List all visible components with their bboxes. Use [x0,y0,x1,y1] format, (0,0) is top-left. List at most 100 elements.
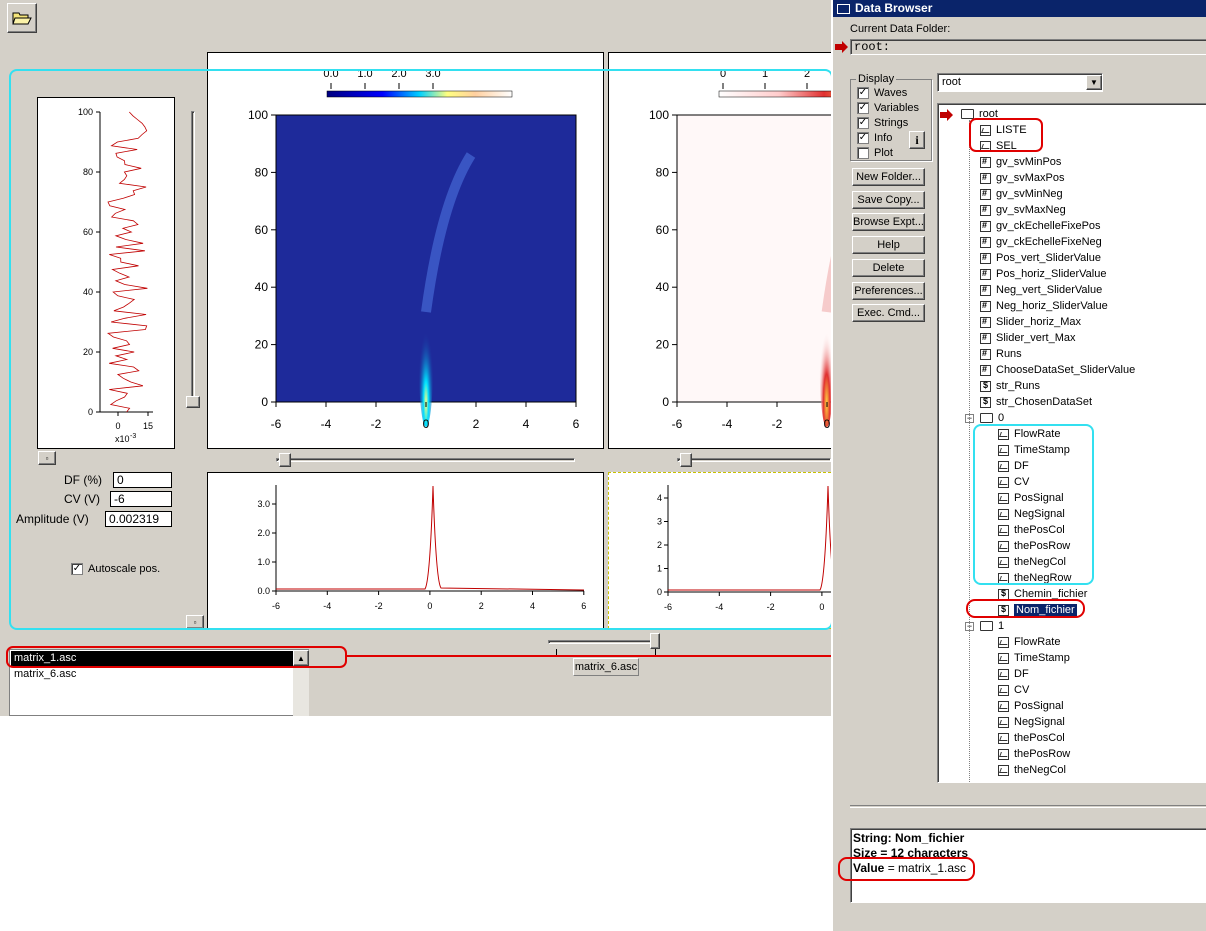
tree-item[interactable]: Pos_horiz_SliderValue [980,266,1106,282]
tree-item-label: str_ChosenDataSet [996,396,1092,408]
variable-icon [980,252,991,264]
tree-item[interactable]: Neg_vert_SliderValue [980,282,1102,298]
tree-item-label: Runs [996,348,1022,360]
tree-item[interactable]: FlowRate [998,634,1060,650]
current-folder-label: Current Data Folder: [850,23,951,35]
tree-item-label: gv_ckEchelleFixePos [996,220,1101,232]
tree-item[interactable]: TimeStamp [998,650,1070,666]
display-checkbox[interactable]: ✓ [857,102,869,114]
string-icon [998,588,1009,600]
tree-item[interactable]: str_Runs [980,378,1040,394]
browse-expt-button[interactable]: Browse Expt... [852,213,925,232]
tree-item[interactable]: DF [998,666,1029,682]
wave-icon [998,652,1009,664]
display-checkbox[interactable]: ✓ [857,117,869,129]
display-option-waves[interactable]: ✓ Waves [857,87,907,99]
tree-item[interactable]: PosSignal [998,698,1064,714]
display-option-label: Strings [874,117,909,129]
tree-item[interactable]: NegSignal [998,714,1065,730]
open-folder-button[interactable] [7,3,37,33]
wave-icon [998,764,1009,776]
variable-icon [980,236,991,248]
tree-item[interactable]: gv_svMinNeg [980,186,1063,202]
list-item[interactable]: matrix_6.asc [11,667,293,682]
variable-icon [980,300,991,312]
help-button[interactable]: Help [852,236,925,255]
folder-0-waves-highlight [973,424,1094,585]
display-option-strings[interactable]: ✓ Strings [857,117,908,129]
display-checkbox[interactable]: ✓ [857,87,869,99]
tree-item[interactable]: theNegCol [998,762,1066,778]
display-checkbox[interactable]: ✓ [857,132,869,144]
tree-item-label: DF [1014,668,1029,680]
exec-cmd-button[interactable]: Exec. Cmd... [852,304,925,323]
tree-item-label: ChooseDataSet_SliderValue [996,364,1136,376]
tree-item[interactable]: CV [998,682,1029,698]
tree-item-label: str_Runs [996,380,1041,392]
browser-title: Data Browser [855,1,933,15]
tree-item[interactable]: ChooseDataSet_SliderValue [980,362,1135,378]
tree-item-label: FlowRate [1014,636,1061,648]
display-option-label: Info [874,132,893,144]
tree-item[interactable]: 1 [980,618,1004,634]
tree-item[interactable]: thePosRow [998,746,1070,762]
tree-item[interactable]: thePosCol [998,730,1065,746]
variable-icon [980,188,991,200]
tree-item-label: gv_svMinNeg [996,188,1063,200]
folder-select-dropdown-button[interactable]: ▼ [1086,75,1102,90]
tree-item[interactable]: gv_ckEchelleFixeNeg [980,234,1102,250]
tree-item-label: TimeStamp [1014,652,1070,664]
display-option-variables[interactable]: ✓ Variables [857,102,919,114]
preferences-button[interactable]: Preferences... [852,281,925,300]
folder-select[interactable]: root ▼ [937,73,1103,92]
variable-icon [980,172,991,184]
tree-item-label: gv_svMaxNeg [996,204,1066,216]
variable-icon [980,364,991,376]
save-copy-button[interactable]: Save Copy... [852,190,925,209]
tree-item[interactable]: Neg_horiz_SliderValue [980,298,1108,314]
delete-button[interactable]: Delete [852,258,925,277]
wave-icon [998,668,1009,680]
tree-item-label: Slider_vert_Max [996,332,1076,344]
tree-item[interactable]: Slider_vert_Max [980,330,1075,346]
wave-icon [998,748,1009,760]
tree-item-label: 0 [998,412,1005,424]
tree-item-label: 1 [998,620,1005,632]
tree-item-label: gv_svMinPos [996,156,1062,168]
tree-item-label: theNegCol [1014,764,1066,776]
variable-icon [980,348,991,360]
string-icon [980,396,991,408]
display-option-plot[interactable]: Plot [857,147,893,159]
tree-item[interactable]: Pos_vert_SliderValue [980,250,1101,266]
variable-icon [980,268,991,280]
info-string-name: Nom_fichier [895,831,965,845]
folder-icon [12,12,32,25]
pane-divider[interactable] [850,805,1206,808]
tree-item[interactable]: Runs [980,346,1022,362]
nom-fichier-highlight [966,599,1085,618]
display-checkbox[interactable] [857,147,869,159]
tree-item-label: PosSignal [1014,700,1064,712]
tree-item-label: Pos_vert_SliderValue [996,252,1101,264]
display-option-info[interactable]: ✓ Info [857,132,892,144]
dataset-slider-track[interactable] [548,640,658,644]
info-line-1: String: Nom_fichier [853,831,964,845]
tree-item[interactable]: Slider_horiz_Max [980,314,1081,330]
variable-icon [980,316,991,328]
info-button[interactable]: i [909,131,925,149]
liste-sel-highlight [969,118,1043,152]
info-string-prefix: String: [853,831,895,845]
tree-item[interactable]: gv_ckEchelleFixePos [980,218,1101,234]
plot-area-highlight [9,69,833,630]
tree-item[interactable]: gv_svMinPos [980,154,1061,170]
tree-item[interactable]: gv_svMaxPos [980,170,1064,186]
variable-icon [980,220,991,232]
new-folder-button[interactable]: New Folder... [852,168,925,186]
tree-item-label: Neg_vert_SliderValue [996,284,1103,296]
tree-item-label: NegSignal [1014,716,1065,728]
dataset-slider-thumb[interactable] [650,633,660,649]
tree-item[interactable]: gv_svMaxNeg [980,202,1066,218]
tree-guide-line [969,120,970,782]
tree-item[interactable]: str_ChosenDataSet [980,394,1092,410]
folder-icon [980,413,993,423]
